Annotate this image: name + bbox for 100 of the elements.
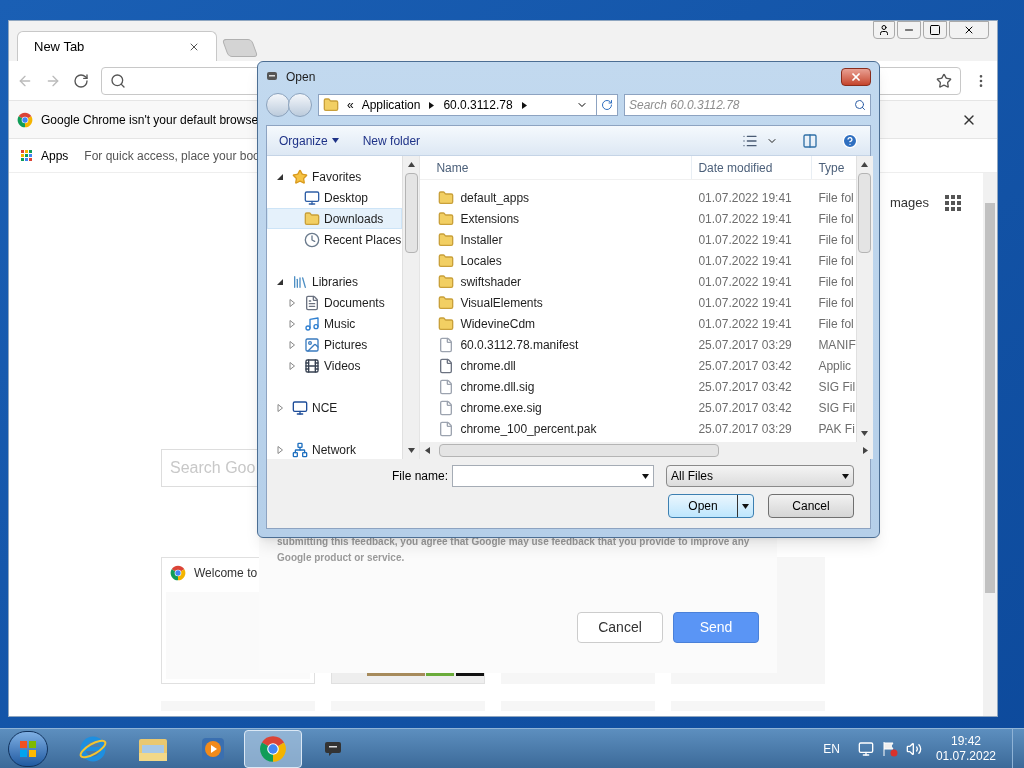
dropdown-arrow-icon[interactable]: [842, 472, 849, 480]
file-name[interactable]: swiftshader: [420, 272, 693, 291]
nav-item[interactable]: Pictures: [267, 334, 403, 355]
file-name[interactable]: VisualElements: [420, 293, 693, 312]
cancel-button[interactable]: Cancel: [577, 612, 663, 643]
preview-pane-icon[interactable]: [802, 132, 818, 149]
file-type: MANIF: [817, 336, 856, 354]
network-icon[interactable]: [857, 740, 874, 757]
reload-icon[interactable]: [73, 72, 89, 89]
collapsed-arrow-icon[interactable]: [288, 340, 296, 349]
nav-item[interactable]: Libraries: [267, 271, 403, 292]
column-header[interactable]: Date modified: [692, 156, 813, 179]
language-indicator[interactable]: EN: [823, 739, 840, 758]
minimize-button[interactable]: [897, 21, 921, 39]
file-name[interactable]: chrome_100_percent.pak: [420, 419, 693, 438]
file-name[interactable]: chrome.dll: [420, 356, 693, 375]
file-name[interactable]: Locales: [420, 251, 693, 270]
scrollbar-thumb[interactable]: [404, 173, 418, 253]
bookmark-star-icon[interactable]: [936, 72, 952, 89]
speaker-icon[interactable]: [905, 740, 922, 757]
collapsed-arrow-icon[interactable]: [276, 445, 284, 454]
scrollbar-thumb[interactable]: [439, 444, 720, 457]
computer-icon: [292, 399, 308, 416]
file-name[interactable]: Extensions: [420, 209, 693, 228]
file-type-select[interactable]: All Files: [666, 465, 854, 487]
column-header[interactable]: Type: [812, 156, 856, 179]
profile-button[interactable]: [873, 21, 895, 39]
expanded-arrow-icon[interactable]: [276, 277, 284, 286]
refresh-icon[interactable]: [601, 99, 613, 111]
close-button[interactable]: [841, 68, 871, 86]
nav-item[interactable]: Desktop: [267, 187, 403, 208]
scroll-left-arrow-icon[interactable]: [424, 447, 432, 454]
restore-button[interactable]: [923, 21, 947, 39]
collapsed-arrow-icon[interactable]: [288, 298, 296, 307]
vertical-scrollbar[interactable]: [402, 156, 420, 459]
scroll-up-arrow-icon[interactable]: [861, 161, 869, 168]
search-input[interactable]: Search 60.0.3112.78: [629, 96, 854, 114]
organize-button[interactable]: Organize: [279, 131, 339, 150]
start-button[interactable]: [8, 730, 48, 767]
dropdown-arrow-icon[interactable]: [331, 137, 339, 144]
nav-item[interactable]: Recent Places: [267, 229, 403, 250]
collapsed-arrow-icon[interactable]: [288, 319, 296, 328]
breadcrumb-arrow-icon[interactable]: [520, 101, 528, 109]
collapsed-arrow-icon[interactable]: [276, 403, 284, 412]
vertical-scrollbar[interactable]: [855, 156, 873, 442]
cancel-button[interactable]: Cancel: [768, 494, 854, 518]
scrollbar-thumb[interactable]: [858, 173, 872, 253]
expanded-arrow-icon[interactable]: [276, 172, 284, 181]
apps-grid-icon[interactable]: [945, 194, 961, 211]
dropdown-arrow-icon[interactable]: [742, 502, 749, 510]
nav-item[interactable]: NCE: [267, 397, 403, 418]
address-bar[interactable]: « Application 60.0.3112.78: [318, 94, 618, 116]
scroll-down-arrow-icon[interactable]: [407, 447, 415, 454]
forward-button[interactable]: [288, 93, 312, 117]
nav-item[interactable]: Favorites: [267, 166, 403, 187]
file-name[interactable]: 60.0.3112.78.manifest: [420, 335, 693, 354]
browser-tab[interactable]: New Tab: [17, 31, 217, 61]
file-date: 01.07.2022 19:41: [697, 210, 793, 228]
infobar-message: Google Chrome isn't your default browse: [41, 111, 259, 129]
file-name[interactable]: chrome.dll.sig: [420, 377, 693, 396]
scroll-up-arrow-icon[interactable]: [407, 161, 415, 168]
open-button[interactable]: Open: [668, 494, 754, 518]
apps-grid-icon[interactable]: [21, 149, 33, 162]
nav-item[interactable]: Music: [267, 313, 403, 334]
breadcrumb-item[interactable]: Application: [361, 96, 421, 114]
folder-icon: [438, 189, 455, 206]
breadcrumb-item[interactable]: 60.0.3112.78: [443, 96, 513, 114]
nav-item[interactable]: Network: [267, 439, 403, 460]
breadcrumb-arrow-icon[interactable]: [428, 101, 436, 109]
breadcrumb-item[interactable]: «: [347, 96, 354, 114]
apps-link[interactable]: Apps: [41, 146, 69, 165]
new-folder-button[interactable]: New folder: [362, 131, 421, 150]
folder-icon: [438, 252, 455, 269]
clock[interactable]: 19:42 01.07.2022: [935, 733, 996, 764]
file-name-field[interactable]: [452, 465, 654, 487]
nav-item[interactable]: Videos: [267, 355, 403, 376]
file-name[interactable]: default_apps: [420, 188, 693, 207]
file-name[interactable]: WidevineCdm: [420, 314, 693, 333]
taskbar-button[interactable]: [244, 729, 302, 768]
file-name[interactable]: Installer: [420, 230, 693, 249]
file-name[interactable]: chrome.exe.sig: [420, 398, 693, 417]
scroll-right-arrow-icon[interactable]: [861, 447, 869, 454]
nav-item[interactable]: Downloads: [267, 208, 403, 229]
nav-item[interactable]: Documents: [267, 292, 403, 313]
help-icon[interactable]: [842, 132, 858, 149]
search-field[interactable]: Search 60.0.3112.78: [624, 94, 871, 116]
flag-with-x-icon[interactable]: [881, 740, 898, 757]
column-header[interactable]: Name: [420, 156, 693, 179]
collapsed-arrow-icon[interactable]: [288, 361, 296, 370]
restore-icon: [929, 24, 941, 36]
dropdown-arrow-icon[interactable]: [642, 472, 649, 480]
images-link[interactable]: mages: [889, 193, 929, 213]
file-type: SIG Fil: [817, 399, 856, 417]
close-icon: [963, 24, 975, 36]
file-type: PAK Fi: [817, 420, 856, 438]
scroll-down-arrow-icon[interactable]: [861, 430, 869, 437]
horizontal-scrollbar[interactable]: [420, 442, 873, 459]
file-date: 01.07.2022 19:41: [697, 189, 793, 207]
back-button[interactable]: [266, 93, 290, 117]
page-scrollbar[interactable]: [983, 173, 997, 716]
